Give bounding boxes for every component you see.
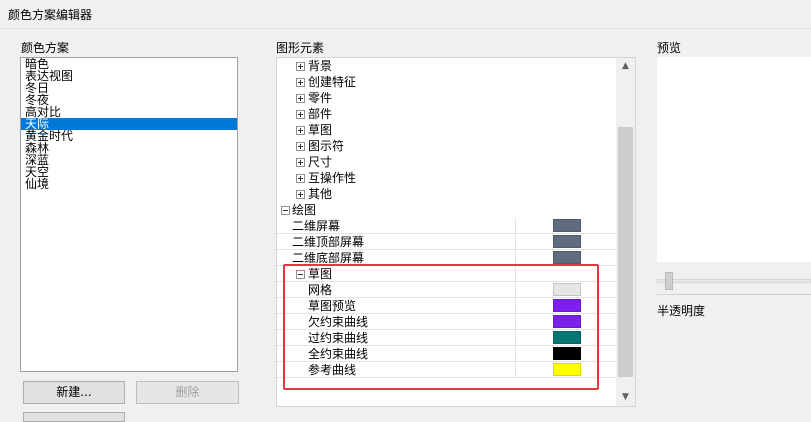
expand-icon[interactable] xyxy=(296,142,305,151)
color-scheme-item[interactable]: 表达视图 xyxy=(21,70,237,82)
tree-group[interactable]: 互操作性 xyxy=(277,170,616,186)
tree-item-label: 互操作性 xyxy=(308,171,357,185)
expand-icon[interactable] xyxy=(296,94,305,103)
tree-item-label: 尺寸 xyxy=(308,155,333,169)
tree-group[interactable]: 尺寸 xyxy=(277,154,616,170)
color-scheme-item[interactable]: 高对比 xyxy=(21,106,237,118)
drawing-color-row[interactable]: 二维顶部屏幕 xyxy=(277,234,616,250)
tree-group[interactable]: 其他 xyxy=(277,186,616,202)
preview-pane xyxy=(657,57,811,262)
color-swatch[interactable] xyxy=(553,219,581,232)
color-scheme-item[interactable]: 冬日 xyxy=(21,82,237,94)
tree-vertical-scrollbar[interactable]: ▲ ▼ xyxy=(616,58,635,406)
scroll-down-icon[interactable]: ▼ xyxy=(616,389,635,406)
transparency-label: 半透明度 xyxy=(657,304,706,318)
expand-icon[interactable] xyxy=(296,78,305,87)
color-scheme-item[interactable]: 深蓝 xyxy=(21,154,237,166)
color-swatch[interactable] xyxy=(553,235,581,248)
scroll-up-icon[interactable]: ▲ xyxy=(616,58,635,75)
title-divider xyxy=(0,28,811,29)
collapse-icon[interactable] xyxy=(281,206,290,215)
transparency-slider-track[interactable] xyxy=(657,279,811,283)
tree-item-label: 部件 xyxy=(308,107,333,121)
color-scheme-label: 颜色方案 xyxy=(21,41,70,55)
color-scheme-item[interactable]: 天空 xyxy=(21,166,237,178)
tree-group[interactable]: 零件 xyxy=(277,90,616,106)
tree-group[interactable]: 草图 xyxy=(277,122,616,138)
transparency-slider-thumb[interactable] xyxy=(665,272,673,290)
partial-button[interactable] xyxy=(23,412,125,422)
tree-item-label: 绘图 xyxy=(292,203,317,217)
new-scheme-button[interactable]: 新建... xyxy=(23,381,125,404)
tree-group[interactable]: 部件 xyxy=(277,106,616,122)
tree-item-label: 图示符 xyxy=(308,139,345,153)
tree-group[interactable]: 背景 xyxy=(277,58,616,74)
expand-icon[interactable] xyxy=(296,190,305,199)
tree-item-label: 其他 xyxy=(308,187,333,201)
expand-icon[interactable] xyxy=(296,174,305,183)
tree-item-label: 创建特征 xyxy=(308,75,357,89)
tree-item-label: 二维屏幕 xyxy=(292,219,341,233)
expand-icon[interactable] xyxy=(296,126,305,135)
color-swatch[interactable] xyxy=(553,251,581,264)
tree-item-label: 二维顶部屏幕 xyxy=(292,235,365,249)
preview-label: 预览 xyxy=(657,41,682,55)
sketch-highlight-box xyxy=(283,264,599,390)
tree-item-label: 草图 xyxy=(308,123,333,137)
tree-group[interactable]: 图示符 xyxy=(277,138,616,154)
tree-group-drawing[interactable]: 绘图 xyxy=(277,202,616,218)
tree-group[interactable]: 创建特征 xyxy=(277,74,616,90)
tree-item-label: 零件 xyxy=(308,91,333,105)
expand-icon[interactable] xyxy=(296,110,305,119)
window-title: 颜色方案编辑器 xyxy=(8,8,93,22)
graphic-elements-label: 图形元素 xyxy=(276,41,325,55)
column-divider xyxy=(515,218,516,234)
color-scheme-item[interactable]: 仙境 xyxy=(21,178,237,190)
delete-scheme-button[interactable]: 删除 xyxy=(136,381,239,404)
column-divider xyxy=(515,234,516,250)
transparency-slider-ticks xyxy=(657,294,811,295)
color-scheme-list[interactable]: 暗色 表达视图 冬日 冬夜 高对比 天际 黄金时代 森林 深蓝 天空 仙境 xyxy=(20,57,238,372)
tree-item-label: 背景 xyxy=(308,59,333,73)
expand-icon[interactable] xyxy=(296,62,305,71)
expand-icon[interactable] xyxy=(296,158,305,167)
color-scheme-item[interactable]: 森林 xyxy=(21,142,237,154)
color-scheme-item[interactable]: 黄金时代 xyxy=(21,130,237,142)
scrollbar-thumb[interactable] xyxy=(618,127,633,377)
drawing-color-row[interactable]: 二维屏幕 xyxy=(277,218,616,234)
